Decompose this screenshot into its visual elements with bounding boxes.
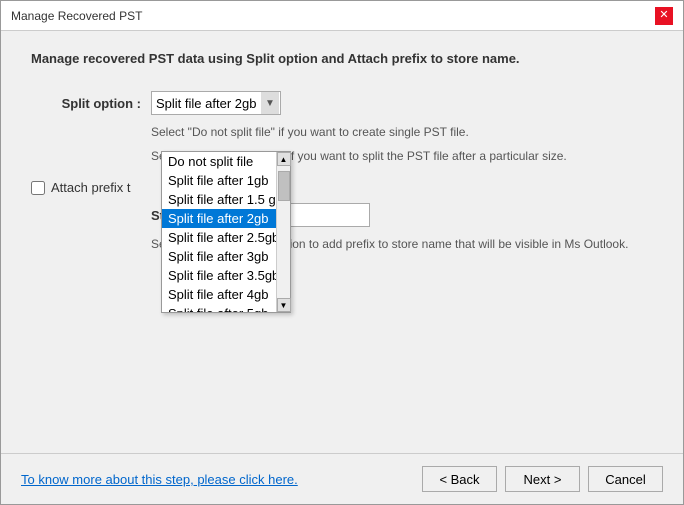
description-text: Manage recovered PST data using Split op… (31, 51, 653, 66)
scrollbar-thumb-area (277, 166, 290, 298)
next-button[interactable]: Next > (505, 466, 580, 492)
dropdown-list: Do not split file Split file after 1gb S… (162, 152, 276, 312)
attach-prefix-checkbox[interactable] (31, 181, 45, 195)
scrollbar-up-button[interactable]: ▲ (277, 152, 291, 166)
attach-prefix-checkbox-wrap: Attach prefix t (31, 180, 130, 195)
dropdown-item-0[interactable]: Do not split file (162, 152, 276, 171)
split-select-wrapper: Do not split file Split file after 1gb S… (151, 91, 281, 115)
close-button[interactable]: ✕ (655, 7, 673, 25)
split-option-select[interactable]: Do not split file Split file after 1gb S… (151, 91, 281, 115)
dropdown-item-7[interactable]: Split file after 4gb (162, 285, 276, 304)
more-info-link[interactable]: To know more about this step, please cli… (21, 472, 298, 487)
attach-prefix-label: Attach prefix t (51, 180, 130, 195)
dropdown-scrollbar-track: ▲ ▼ (276, 152, 290, 312)
back-button[interactable]: < Back (422, 466, 497, 492)
dropdown-item-1[interactable]: Split file after 1gb (162, 171, 276, 190)
title-bar: Manage Recovered PST ✕ (1, 1, 683, 31)
scrollbar-thumb (278, 171, 290, 201)
dropdown-item-6[interactable]: Split file after 3.5gb (162, 266, 276, 285)
dropdown-item-3[interactable]: Split file after 2gb (162, 209, 276, 228)
dialog-window: Manage Recovered PST ✕ Manage recovered … (0, 0, 684, 505)
split-option-row: Split option : Do not split file Split f… (31, 91, 653, 115)
dropdown-scrollbar-container: Do not split file Split file after 1gb S… (162, 152, 290, 312)
dialog-footer: To know more about this step, please cli… (1, 453, 683, 504)
footer-buttons: < Back Next > Cancel (422, 466, 663, 492)
scrollbar-down-button[interactable]: ▼ (277, 298, 291, 312)
split-dropdown-overlay: Do not split file Split file after 1gb S… (161, 151, 291, 313)
dialog-title: Manage Recovered PST (11, 9, 142, 23)
dropdown-item-2[interactable]: Split file after 1.5 gb (162, 190, 276, 209)
dropdown-item-5[interactable]: Split file after 3gb (162, 247, 276, 266)
dropdown-item-8[interactable]: Split file after 5gb (162, 304, 276, 312)
split-option-label: Split option : (31, 96, 141, 111)
dialog-content: Manage recovered PST data using Split op… (1, 31, 683, 453)
cancel-button[interactable]: Cancel (588, 466, 663, 492)
attach-prefix-row: Attach prefix t (31, 180, 653, 195)
dropdown-item-4[interactable]: Split file after 2.5gb (162, 228, 276, 247)
split-info-text-1: Select "Do not split file" if you want t… (151, 123, 653, 141)
